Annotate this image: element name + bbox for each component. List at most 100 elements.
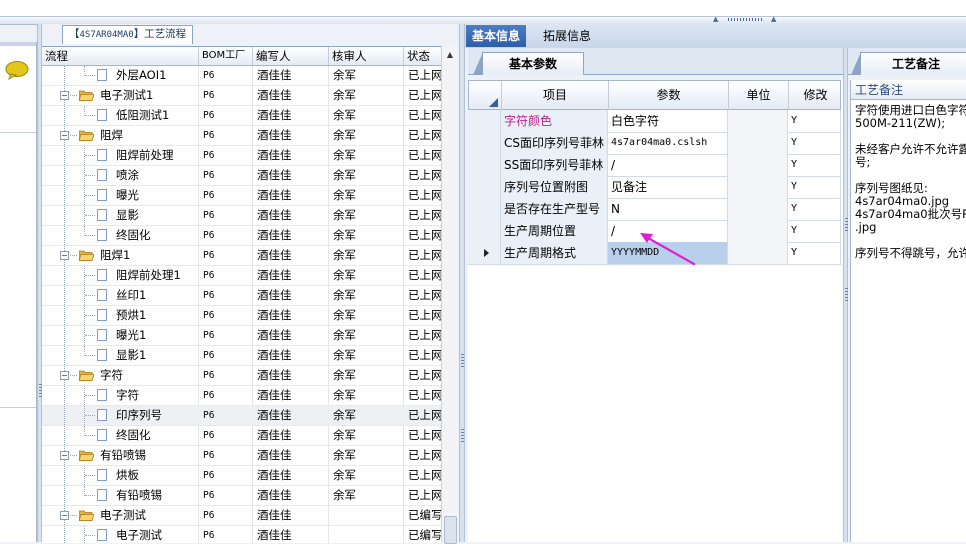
flow-step-name[interactable]: 显影1 [116,346,146,365]
middle-splitter[interactable] [459,24,465,542]
flow-step-name[interactable]: 外层AOI1 [116,66,166,85]
flow-row[interactable]: 预烘1 P6 酒佳佳 余军 已上网 [42,306,441,326]
row-indicator[interactable] [468,242,501,264]
flow-step-name[interactable]: 曝光1 [116,326,146,345]
flow-row[interactable]: 显影 P6 酒佳佳 余军 已上网 [42,206,441,226]
flow-row[interactable]: − 阻焊1 P6 酒佳佳 余军 已上网 [42,246,441,266]
row-indicator-header[interactable] [469,81,502,110]
col-header-reviewer[interactable]: 核审人 [329,47,404,65]
flow-step-name[interactable]: 阻焊 [100,126,123,145]
flow-step-name[interactable]: 字符 [100,366,123,385]
row-indicator[interactable] [468,154,501,176]
param-row[interactable]: 是否存在生产型号 N Y [468,198,841,221]
row-indicator[interactable] [468,220,501,242]
collapse-toggle-icon[interactable]: − [60,131,69,140]
flow-row[interactable]: 低阻测试1 P6 酒佳佳 余军 已上网 [42,106,441,126]
process-flow-grid[interactable]: 流程 BOM工厂 编写人 核审人 状态 外层AOI1 P6 酒佳佳 余军 已上网 − 电子测… [42,46,441,543]
tab-process-flow[interactable]: 【4S7AR04MA0】工艺流程 [62,25,194,44]
flow-row[interactable]: 终固化 P6 酒佳佳 余军 已上网 [42,226,441,246]
collapse-up-icon[interactable]: ▲ [771,15,776,23]
param-unit-cell[interactable] [728,176,788,198]
tab-basic-params[interactable]: 基本参数 [473,52,584,75]
notes-text[interactable]: 字符使用进口白色字符 500M-211(ZW); 未经客户允许不允许露 号; 序… [855,104,966,260]
flow-row[interactable]: − 电子测试 P6 酒佳佳 已编写 [42,506,441,526]
flow-row[interactable]: 终固化 P6 酒佳佳 余军 已上网 [42,426,441,446]
flow-scrollbar[interactable]: ▲ [441,46,458,544]
flow-step-name[interactable]: 有铅喷锡 [116,486,162,505]
flow-step-name[interactable]: 电子测试 [100,506,146,525]
flow-row[interactable]: − 字符 P6 酒佳佳 余军 已上网 [42,366,441,386]
collapse-toggle-icon[interactable]: − [60,451,69,460]
row-indicator[interactable] [468,198,501,220]
flow-step-name[interactable]: 终固化 [116,426,151,445]
flow-row[interactable]: 喷涂 P6 酒佳佳 余军 已上网 [42,166,441,186]
col-header-param[interactable]: 参数 [609,81,729,110]
collapse-toggle-icon[interactable]: − [60,511,69,520]
flow-step-name[interactable]: 字符 [116,386,139,405]
flow-step-name[interactable]: 丝印1 [116,286,146,305]
flow-step-name[interactable]: 阻焊前处理 [116,146,174,165]
flow-row[interactable]: 有铅喷锡 P6 酒佳佳 余军 已上网 [42,486,441,506]
tab-process-notes[interactable]: 工艺备注 [851,52,966,75]
scroll-up-icon[interactable]: ▲ [442,46,458,63]
param-unit-cell[interactable] [728,198,788,220]
flow-row[interactable]: 字符 P6 酒佳佳 余军 已上网 [42,386,441,406]
col-header-item[interactable]: 项目 [502,81,609,110]
param-value-cell[interactable]: 白色字符 [608,110,728,132]
col-header-bom[interactable]: BOM工厂 [199,47,253,65]
chat-bubble-icon[interactable] [5,60,29,80]
row-indicator[interactable] [468,132,501,154]
param-value-cell[interactable]: 见备注 [608,176,728,198]
col-header-author[interactable]: 编写人 [253,47,329,65]
flow-row[interactable]: 外层AOI1 P6 酒佳佳 余军 已上网 [42,66,441,86]
flow-row[interactable]: − 有铅喷锡 P6 酒佳佳 余军 已上网 [42,446,441,466]
flow-step-name[interactable]: 低阻测试1 [116,106,169,125]
row-indicator[interactable] [468,176,501,198]
param-unit-cell[interactable] [728,110,788,132]
param-unit-cell[interactable] [728,242,788,264]
param-row[interactable]: 字符颜色 白色字符 Y [468,110,841,133]
col-header-modified[interactable]: 修改 [789,81,842,110]
col-header-status[interactable]: 状态 [404,47,441,65]
flow-row[interactable]: − 阻焊 P6 酒佳佳 余军 已上网 [42,126,441,146]
flow-step-name[interactable]: 喷涂 [116,166,139,185]
col-header-unit[interactable]: 单位 [729,81,789,110]
flow-row[interactable]: 印序列号 P6 酒佳佳 余军 已上网 [42,406,441,426]
param-unit-cell[interactable] [728,132,788,154]
flow-row[interactable]: 烘板 P6 酒佳佳 余军 已上网 [42,466,441,486]
flow-row[interactable]: 显影1 P6 酒佳佳 余军 已上网 [42,346,441,366]
flow-row[interactable]: 曝光 P6 酒佳佳 余军 已上网 [42,186,441,206]
col-header-flow[interactable]: 流程 [42,47,199,65]
collapse-toggle-icon[interactable]: − [60,91,69,100]
param-unit-cell[interactable] [728,154,788,176]
flow-step-name[interactable]: 阻焊1 [100,246,130,265]
flow-step-name[interactable]: 终固化 [116,226,151,245]
flow-step-name[interactable]: 烘板 [116,466,139,485]
collapse-toggle-icon[interactable]: − [60,251,69,260]
right-splitter[interactable] [843,48,848,542]
flow-row[interactable]: 阻焊前处理1 P6 酒佳佳 余军 已上网 [42,266,441,286]
flow-row[interactable]: 曝光1 P6 酒佳佳 余军 已上网 [42,326,441,346]
process-notes-panel[interactable]: 工艺备注 字符使用进口白色字符 500M-211(ZW); 未经客户允许不允许露… [850,80,966,542]
param-value-cell[interactable]: N [608,198,728,220]
scroll-thumb[interactable] [444,516,457,544]
row-indicator[interactable] [468,110,501,132]
flow-step-name[interactable]: 电子测试 [116,526,162,543]
flow-step-name[interactable]: 电子测试1 [100,86,153,105]
flow-step-name[interactable]: 曝光 [116,186,139,205]
tab-extended-info[interactable]: 拓展信息 [537,25,597,47]
flow-step-name[interactable]: 阻焊前处理1 [116,266,181,285]
flow-row[interactable]: 阻焊前处理 P6 酒佳佳 余军 已上网 [42,146,441,166]
param-row[interactable]: 序列号位置附图 见备注 Y [468,176,841,199]
collapse-up-icon[interactable]: ▲ [713,15,718,23]
flow-row[interactable]: 丝印1 P6 酒佳佳 余军 已上网 [42,286,441,306]
param-value-cell[interactable]: 4s7ar04ma0.cslsh [608,132,728,154]
flow-row[interactable]: 电子测试 P6 酒佳佳 已编写 [42,526,441,543]
param-row[interactable]: CS面印序列号菲林 4s7ar04ma0.cslsh Y [468,132,841,155]
flow-step-name[interactable]: 显影 [116,206,139,225]
param-grid[interactable]: 项目 参数 单位 修改 字符颜色 白色字符 Y CS面印序列号菲林 4s7ar04ma0… [468,80,843,542]
flow-step-name[interactable]: 有铅喷锡 [100,446,146,465]
param-row[interactable]: SS面印序列号菲林 / Y [468,154,841,177]
tab-basic-info[interactable]: 基本信息 [466,25,527,47]
flow-step-name[interactable]: 印序列号 [116,406,162,425]
